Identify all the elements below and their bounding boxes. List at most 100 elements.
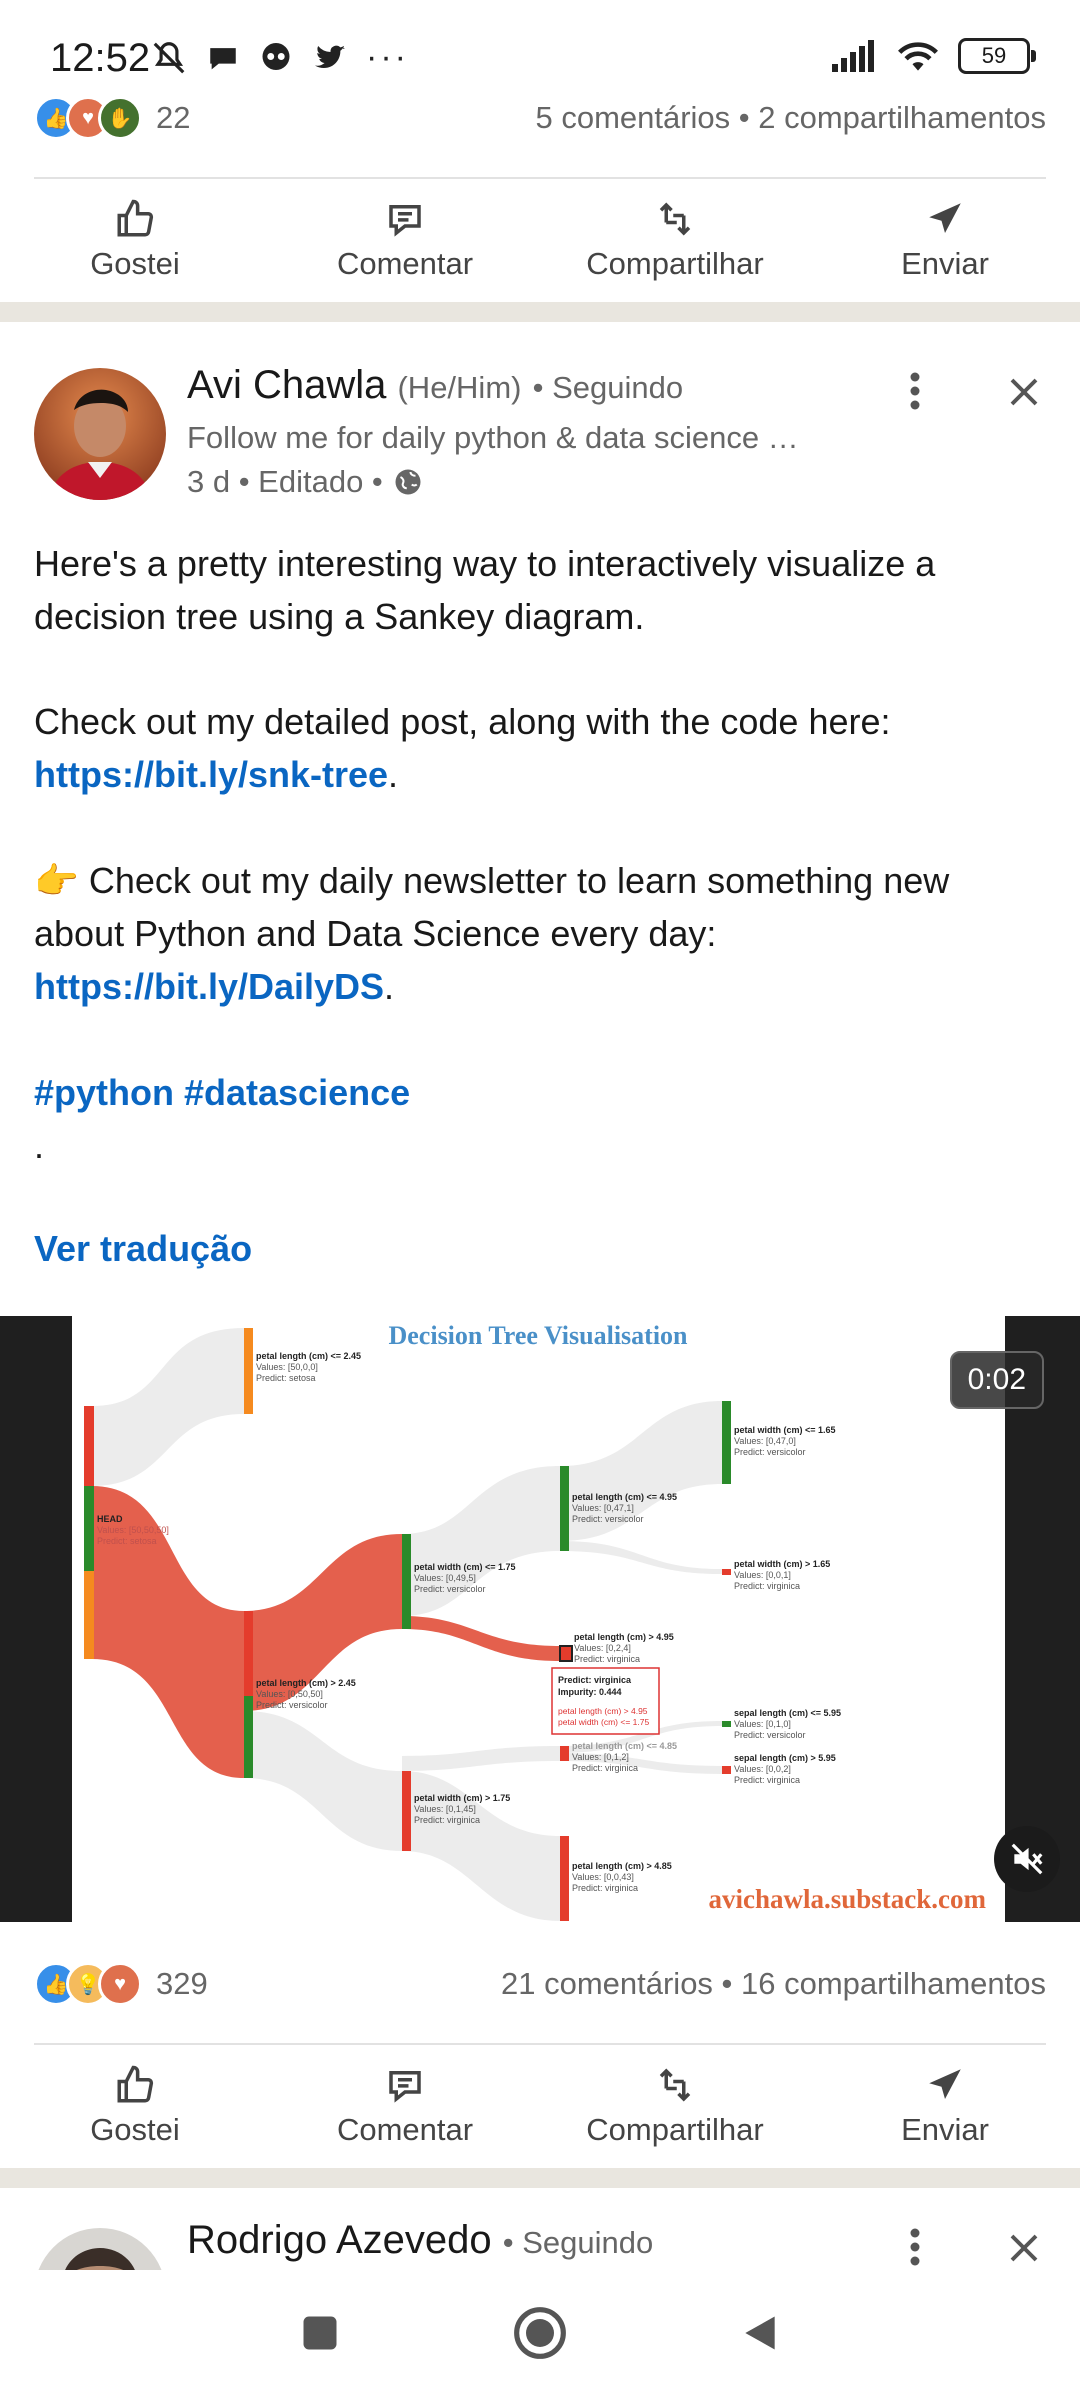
post-video[interactable]: Decision Tree Visualisation HEAD Values:…: [0, 1316, 1080, 1922]
label-n3: petal width (cm) <= 1.75: [414, 1562, 516, 1572]
repost-icon: [659, 2068, 691, 2102]
post-link-dailyds[interactable]: https://bit.ly/DailyDS: [34, 966, 384, 1007]
avatar-photo: [34, 368, 166, 500]
more-vertical-icon: [910, 372, 920, 410]
send-label: Enviar: [901, 246, 989, 281]
post-paragraph-2: Check out my detailed post, along with t…: [34, 701, 891, 795]
node-n2-red: [244, 1611, 253, 1696]
mute-bell-icon: [153, 41, 185, 73]
reaction-stack[interactable]: 👍 ♥ ✋ 22: [34, 96, 190, 140]
next-author-name[interactable]: Rodrigo Azevedo: [187, 2218, 492, 2262]
close-icon: [1010, 378, 1038, 406]
post-body: Here's a pretty interesting way to inter…: [34, 537, 1046, 1172]
send-button[interactable]: Enviar: [810, 2046, 1080, 2166]
comment-button[interactable]: Comentar: [270, 2046, 540, 2166]
author-avatar[interactable]: [34, 368, 166, 500]
label-n11: sepal length (cm) > 5.95: [734, 1753, 836, 1763]
send-label: Enviar: [901, 2112, 989, 2147]
label-n9: petal width (cm) > 1.65: [734, 1559, 830, 1569]
label-n6-values: Values: [0,2,4]: [574, 1643, 631, 1653]
post-reaction-count: 329: [156, 1966, 208, 2001]
signal-icon: [832, 40, 874, 72]
prev-post-action-bar: Gostei Comentar Compartilhar Enviar: [0, 180, 1080, 300]
twitter-icon: [315, 45, 345, 68]
tooltip-impurity: Impurity: 0.444: [558, 1687, 622, 1697]
dismiss-post-button[interactable]: [998, 366, 1050, 418]
sankey-video-frame: Decision Tree Visualisation HEAD Values:…: [72, 1316, 1005, 1922]
comment-button[interactable]: Comentar: [270, 180, 540, 300]
reaction-count: 22: [156, 100, 191, 135]
repost-icon: [659, 202, 691, 236]
flow-n5-to-n9: [560, 1541, 722, 1574]
wifi-icon: [898, 42, 938, 71]
feed-separator: [0, 302, 1080, 322]
label-n12: petal length (cm) <= 4.85: [572, 1741, 677, 1751]
status-bar: 12:52 ··· 59: [0, 0, 1080, 95]
like-button[interactable]: Gostei: [0, 2046, 270, 2166]
label-n12-values: Values: [0,1,2]: [572, 1752, 629, 1762]
system-icons: 59: [832, 38, 1036, 74]
node-head-green: [84, 1486, 94, 1571]
unmute-button[interactable]: [994, 1826, 1060, 1892]
label-n12-predict: Predict: virginica: [572, 1763, 638, 1773]
label-n1-values: Values: [50,0,0]: [256, 1362, 318, 1372]
node-n3: [402, 1534, 411, 1629]
more-vertical-icon: [910, 2228, 920, 2266]
post-dot: .: [34, 1125, 45, 1166]
prev-post-social-counts: 👍 ♥ ✋ 22 5 comentários • 2 compartilhame…: [34, 96, 1046, 140]
notification-icons: ···: [150, 38, 409, 77]
author-name-line[interactable]: Avi Chawla (He/Him) • Seguindo: [187, 363, 683, 408]
post-social-counts: 👍 💡 ♥ 329 21 comentários • 16 compartilh…: [34, 1962, 1046, 2006]
thumbs-up-icon: [117, 199, 154, 237]
back-button[interactable]: [738, 2311, 782, 2360]
node-n9: [722, 1569, 731, 1575]
post-options-button[interactable]: [890, 366, 940, 416]
comment-icon: [389, 2071, 421, 2103]
next-author-avatar[interactable]: [34, 2228, 166, 2270]
post-comments-shares-link[interactable]: 21 comentários • 16 compartilhamentos: [501, 1966, 1046, 2002]
node-n8: [722, 1401, 731, 1484]
node-head-orange: [84, 1571, 94, 1659]
label-n10-predict: Predict: versicolor: [734, 1730, 806, 1740]
divider: [34, 177, 1046, 179]
see-translation-link[interactable]: Ver tradução: [34, 1228, 252, 1270]
share-label: Compartilhar: [586, 2112, 764, 2147]
label-head-predict: Predict: setosa: [97, 1536, 157, 1546]
label-n4-values: Values: [0,1,45]: [414, 1804, 476, 1814]
share-button[interactable]: Compartilhar: [540, 2046, 810, 2166]
share-button[interactable]: Compartilhar: [540, 180, 810, 300]
post-reaction-stack[interactable]: 👍 💡 ♥ 329: [34, 1962, 208, 2006]
like-button[interactable]: Gostei: [0, 180, 270, 300]
comment-label: Comentar: [336, 246, 474, 281]
next-dismiss-post-button[interactable]: [998, 2222, 1050, 2270]
post-meta: 3 d • Editado •: [187, 464, 423, 500]
support-reaction-icon: ✋: [98, 96, 142, 140]
node-n6: [559, 1645, 573, 1662]
globe-icon: [395, 469, 421, 495]
label-n5-values: Values: [0,47,1]: [572, 1503, 634, 1513]
recents-button[interactable]: [298, 2311, 342, 2360]
post-link-snk-tree[interactable]: https://bit.ly/snk-tree: [34, 754, 388, 795]
more-notifications-icon: ···: [366, 38, 409, 76]
post-paragraph-3: 👉 Check out my daily newsletter to learn…: [34, 860, 950, 1007]
label-head-values: Values: [50,50,50]: [97, 1525, 169, 1535]
share-label: Compartilhar: [586, 246, 764, 281]
skull-icon: [262, 42, 290, 70]
thumbs-up-icon: [117, 2065, 154, 2103]
home-button[interactable]: [512, 2305, 568, 2366]
send-button[interactable]: Enviar: [810, 180, 1080, 300]
comments-shares-link[interactable]: 5 comentários • 2 compartilhamentos: [535, 100, 1046, 136]
label-n10: sepal length (cm) <= 5.95: [734, 1708, 841, 1718]
post-hashtags[interactable]: #python #datascience: [34, 1066, 1046, 1119]
next-post-options-button[interactable]: [890, 2222, 940, 2270]
next-author-name-line[interactable]: Rodrigo Azevedo • Seguindo: [187, 2218, 653, 2263]
label-n3-predict: Predict: versicolor: [414, 1584, 486, 1594]
author-headline: Follow me for daily python & data scienc…: [187, 420, 799, 455]
sankey-diagram: Decision Tree Visualisation HEAD Values:…: [84, 1321, 987, 1921]
label-n8-values: Values: [0,47,0]: [734, 1436, 796, 1446]
post-action-bar: Gostei Comentar Compartilhar Enviar: [0, 2046, 1080, 2166]
author-name[interactable]: Avi Chawla: [187, 363, 386, 407]
feed-separator: [0, 2168, 1080, 2188]
label-n9-predict: Predict: virginica: [734, 1581, 800, 1591]
speaker-muted-icon: [1011, 1843, 1043, 1875]
